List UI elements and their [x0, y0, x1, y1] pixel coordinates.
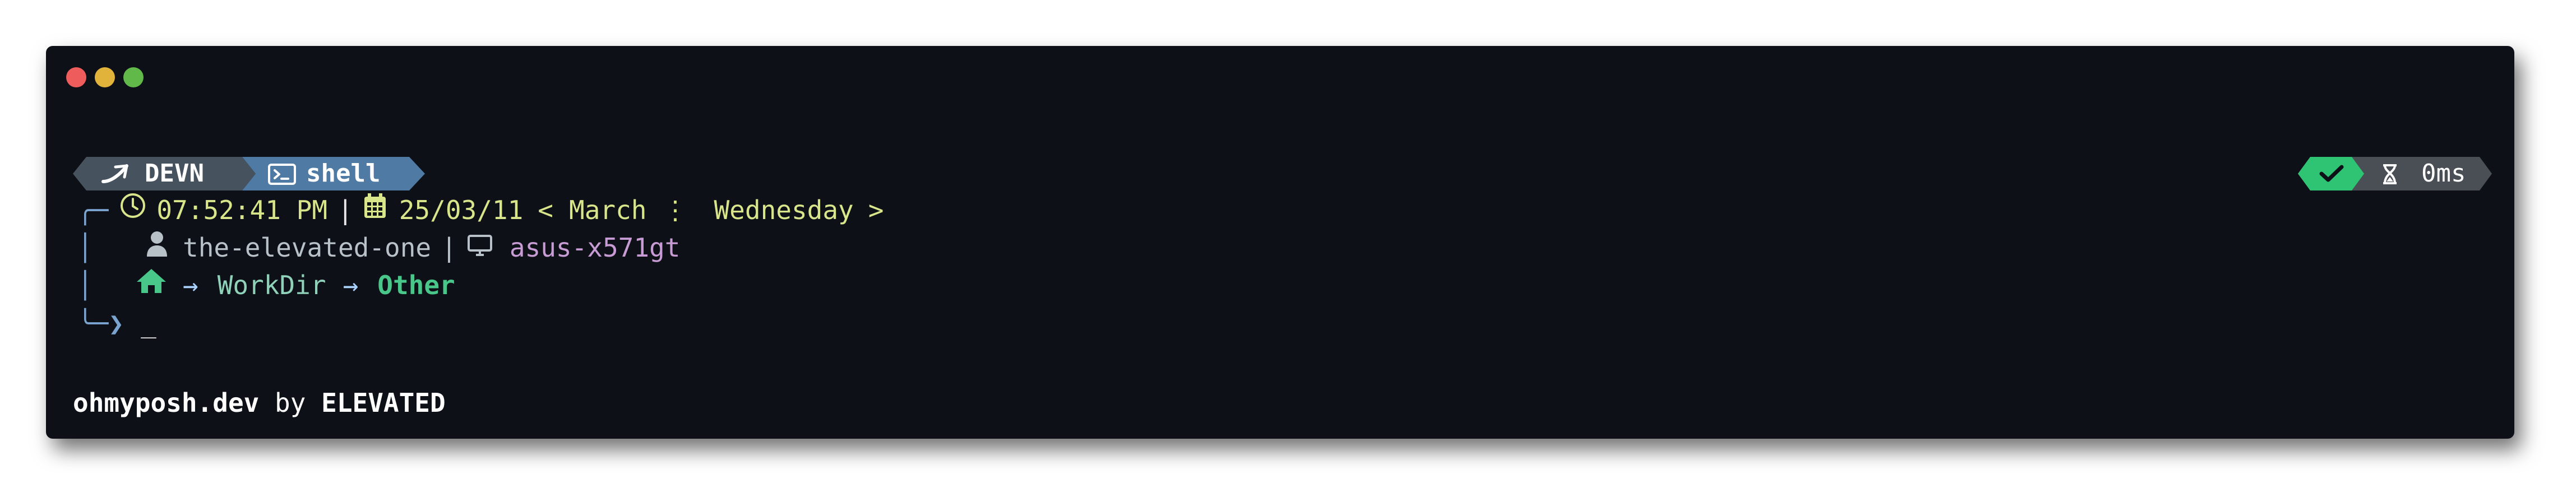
calendar-icon — [363, 192, 387, 229]
path-arrow: → — [183, 270, 198, 300]
prompt-segments-right: 0ms — [2298, 157, 2492, 190]
left-bracket: < — [538, 195, 553, 225]
path-dir-workdir: WorkDir — [217, 270, 326, 300]
site-name: ohmyposh.dev — [73, 388, 260, 418]
arrow-icon — [99, 162, 131, 185]
hostname-text: asus-x571gt — [509, 233, 681, 263]
author-name: ELEVATED — [321, 388, 446, 418]
separator: ⋮ — [662, 195, 688, 225]
date-text: 25/03/11 — [399, 195, 524, 225]
tree-vertical: │ — [77, 270, 93, 300]
segment-shell-label: shell — [306, 159, 381, 188]
hourglass-icon — [2382, 164, 2398, 187]
prompt-line-datetime: ╭─ 07:52:41 PM | 25/03/11 < March ⋮ Wedn… — [77, 192, 884, 229]
prompt-line-session: │ the-elevated-one | asus-x571gt — [77, 229, 680, 266]
prompt-line-input[interactable]: ╰─❯ _ — [77, 305, 156, 342]
home-icon — [136, 267, 167, 304]
separator: | — [441, 233, 457, 263]
weekday-text: Wednesday — [714, 195, 854, 225]
time-text: 07:52:41 PM — [156, 195, 328, 225]
minimize-window-button[interactable] — [95, 67, 115, 87]
right-bracket: > — [868, 195, 884, 225]
tree-corner-top: ╭─ — [77, 195, 109, 225]
tree-corner-bottom: ╰─❯ — [77, 308, 124, 338]
check-icon — [2319, 165, 2344, 185]
close-window-button[interactable] — [66, 67, 86, 87]
separator: | — [337, 195, 353, 225]
terminal-icon — [268, 164, 296, 185]
tree-vertical: │ — [77, 233, 93, 263]
footer-by: by — [275, 388, 306, 418]
duration-label: 0ms — [2421, 159, 2466, 188]
terminal-window: DEVN shell 0ms ╭─ 07:52:41 PM | 25/03/11… — [46, 46, 2514, 439]
username-text: the-elevated-one — [183, 233, 432, 263]
clock-icon — [119, 192, 146, 229]
user-icon — [146, 229, 168, 266]
month-text: March — [569, 195, 647, 225]
prompt-line-path: │ → WorkDir → Other — [77, 267, 455, 304]
maximize-window-button[interactable] — [123, 67, 144, 87]
monitor-icon — [467, 229, 493, 266]
prompt-segments-left: DEVN shell — [73, 157, 432, 190]
path-dir-current: Other — [377, 270, 455, 300]
path-arrow: → — [343, 270, 359, 300]
cursor[interactable]: _ — [141, 305, 156, 342]
footer-credit: ohmyposh.dev by ELEVATED — [73, 388, 446, 418]
segment-devn-label: DEVN — [145, 159, 204, 188]
